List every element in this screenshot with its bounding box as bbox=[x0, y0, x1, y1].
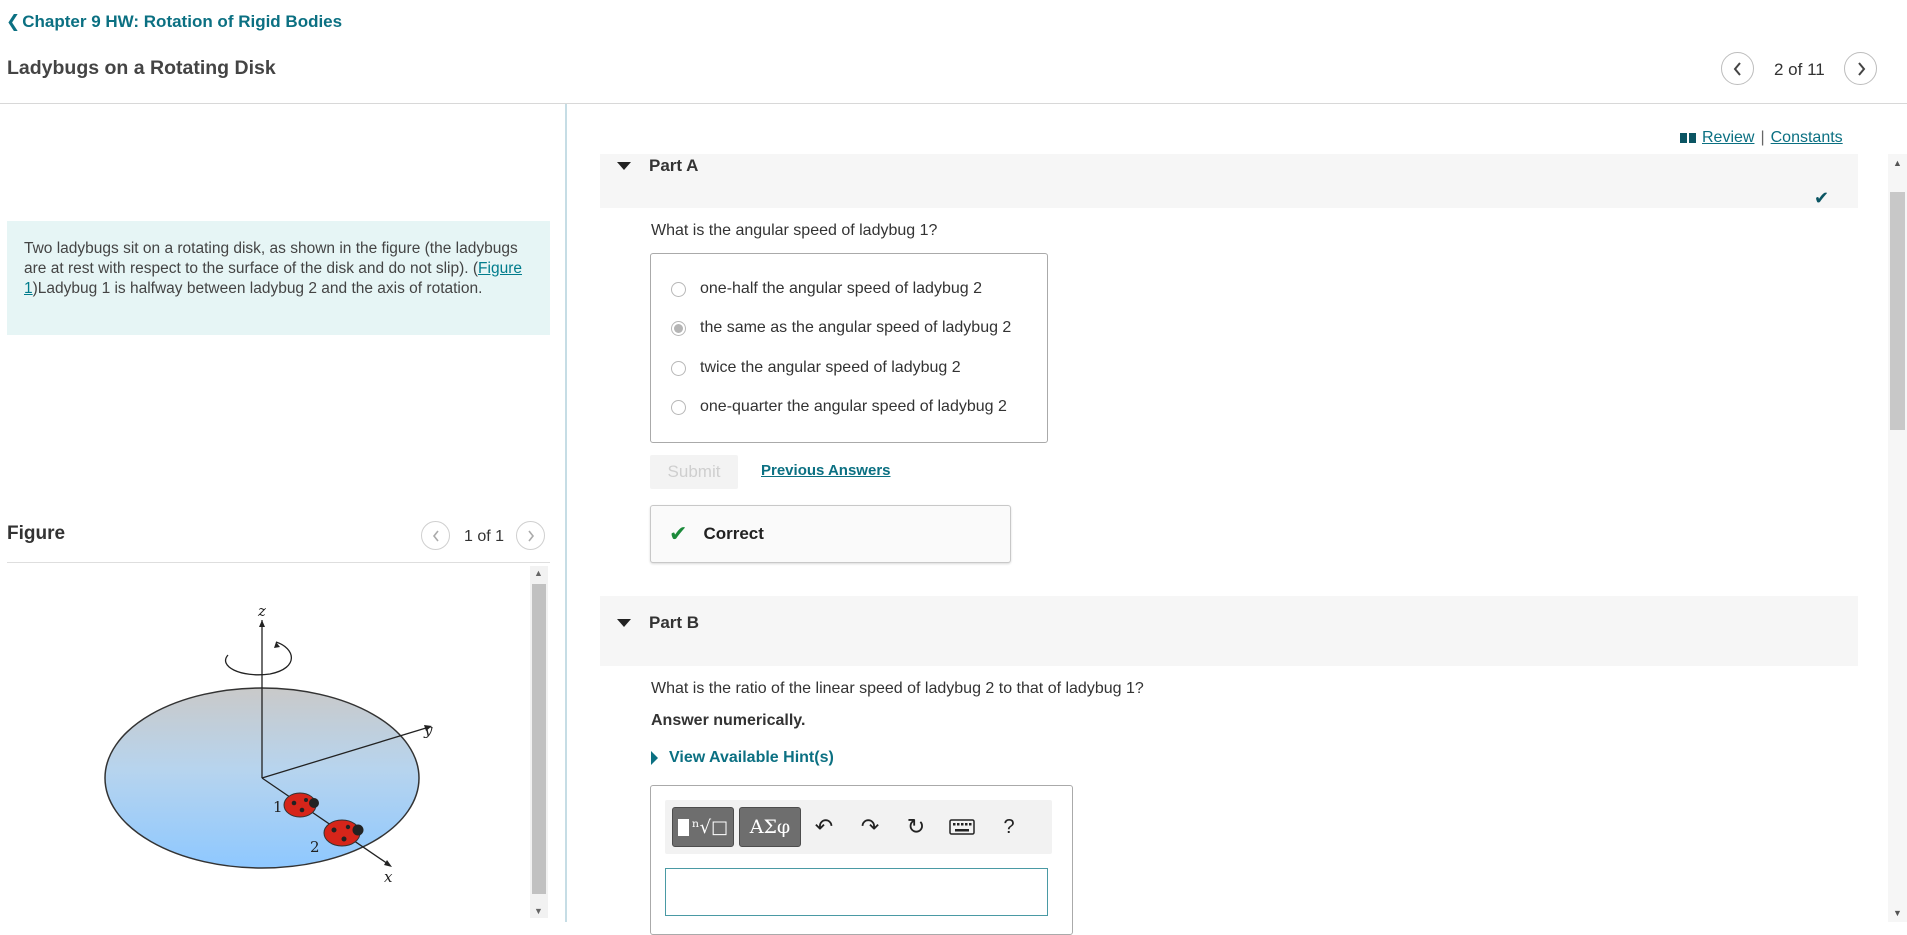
previous-item-button[interactable] bbox=[1721, 52, 1754, 85]
rotating-disk-figure: z y x 1 2 bbox=[104, 602, 433, 886]
redo-icon[interactable]: ↷ bbox=[856, 813, 884, 841]
part-a-header[interactable] bbox=[600, 154, 1858, 208]
choice-same[interactable]: the same as the angular speed of ladybug… bbox=[671, 319, 1011, 337]
greek-symbols-button[interactable]: ΑΣφ bbox=[739, 807, 801, 847]
collapse-triangle-icon bbox=[617, 162, 631, 170]
keyboard-icon[interactable] bbox=[948, 813, 976, 841]
templates-button[interactable]: ⁿ√□ bbox=[672, 807, 734, 847]
undo-icon[interactable]: ↶ bbox=[810, 813, 838, 841]
correct-check-icon: ✔ bbox=[669, 521, 688, 546]
part-b-header[interactable] bbox=[600, 596, 1858, 666]
page-title: Ladybugs on a Rotating Disk bbox=[7, 57, 276, 79]
figure-prev-button[interactable] bbox=[421, 521, 450, 550]
part-b-instruction: Answer numerically. bbox=[651, 712, 806, 729]
view-hints-toggle[interactable]: View Available Hint(s) bbox=[651, 749, 834, 767]
figure-divider bbox=[7, 562, 550, 563]
part-b-title: Part B bbox=[649, 613, 700, 632]
part-b-toggle[interactable]: Part B bbox=[617, 613, 699, 633]
scroll-down-arrow-icon[interactable]: ▼ bbox=[534, 906, 543, 916]
scroll-down-arrow-icon[interactable]: ▼ bbox=[1893, 908, 1902, 918]
hints-label: View Available Hint(s) bbox=[669, 749, 834, 766]
figure-heading: Figure bbox=[7, 523, 66, 544]
figure-scrollbar-thumb[interactable] bbox=[532, 584, 546, 894]
figure-next-button[interactable] bbox=[516, 521, 545, 550]
choice-twice[interactable]: twice the angular speed of ladybug 2 bbox=[671, 359, 961, 377]
previous-answers-link[interactable]: Previous Answers bbox=[761, 462, 891, 479]
scroll-up-arrow-icon[interactable]: ▲ bbox=[534, 568, 543, 578]
main-scrollbar-thumb[interactable] bbox=[1890, 192, 1905, 430]
radio-same[interactable] bbox=[671, 320, 686, 336]
book-icon bbox=[1680, 133, 1696, 143]
chevron-left-icon: ❮ bbox=[6, 12, 21, 31]
next-item-button[interactable] bbox=[1844, 52, 1877, 85]
item-counter: 2 of 11 bbox=[1774, 60, 1825, 79]
figure-scrollbar[interactable]: ▲ ▼ bbox=[530, 566, 548, 918]
result-feedback: ✔ Correct bbox=[650, 505, 1011, 563]
ladybug-1-label: 1 bbox=[273, 798, 283, 816]
part-a-question: What is the angular speed of ladybug 1? bbox=[651, 222, 938, 239]
problem-intro: Two ladybugs sit on a rotating disk, as … bbox=[7, 221, 550, 335]
choice-one-half[interactable]: one-half the angular speed of ladybug 2 bbox=[671, 280, 982, 298]
intro-text-before: Two ladybugs sit on a rotating disk, as … bbox=[24, 240, 518, 277]
collapse-triangle-icon bbox=[617, 619, 631, 627]
chevron-left-icon bbox=[1733, 61, 1741, 76]
chevron-right-icon bbox=[527, 530, 534, 541]
part-a-toggle[interactable]: Part A bbox=[617, 156, 698, 176]
part-a-choices: one-half the angular speed of ladybug 2 … bbox=[650, 253, 1048, 443]
math-toolbar: ⁿ√□ ΑΣφ ↶ ↷ ↻ ? bbox=[665, 800, 1052, 854]
ladybug-2-label: 2 bbox=[310, 838, 320, 856]
header-divider bbox=[0, 103, 1907, 104]
choice-label: twice the angular speed of ladybug 2 bbox=[700, 359, 961, 376]
review-constants-links: Review | Constants bbox=[1680, 129, 1843, 147]
main-scrollbar[interactable]: ▲ ▼ bbox=[1888, 154, 1907, 922]
part-b-question: What is the ratio of the linear speed of… bbox=[651, 680, 1144, 697]
choice-label: the same as the angular speed of ladybug… bbox=[700, 319, 1012, 336]
radio-twice[interactable] bbox=[671, 360, 686, 376]
link-separator: | bbox=[1760, 129, 1765, 146]
rotation-arrow bbox=[225, 641, 292, 676]
answer-input[interactable] bbox=[665, 868, 1048, 916]
expand-triangle-icon bbox=[651, 751, 658, 765]
reset-icon[interactable]: ↻ bbox=[902, 813, 930, 841]
answer-editor: ⁿ√□ ΑΣφ ↶ ↷ ↻ ? bbox=[650, 785, 1073, 935]
pane-divider bbox=[565, 104, 567, 922]
chevron-right-icon bbox=[1857, 61, 1865, 76]
z-axis-label: z bbox=[257, 602, 266, 620]
keyboard-glyph bbox=[949, 819, 975, 835]
y-axis-label: y bbox=[423, 721, 433, 739]
scroll-up-arrow-icon[interactable]: ▲ bbox=[1893, 158, 1902, 168]
part-a-title: Part A bbox=[649, 156, 699, 175]
result-label: Correct bbox=[703, 524, 764, 543]
radio-one-quarter[interactable] bbox=[671, 399, 686, 415]
x-axis-label: x bbox=[384, 868, 393, 886]
constants-link[interactable]: Constants bbox=[1771, 129, 1843, 147]
choice-one-quarter[interactable]: one-quarter the angular speed of ladybug… bbox=[671, 398, 1007, 416]
submit-button[interactable]: Submit bbox=[650, 455, 738, 489]
part-a-complete-check-icon: ✔ bbox=[1814, 188, 1830, 208]
choice-label: one-quarter the angular speed of ladybug… bbox=[700, 398, 1007, 415]
choice-label: one-half the angular speed of ladybug 2 bbox=[700, 280, 982, 297]
radio-one-half[interactable] bbox=[671, 281, 686, 297]
templates-glyph: ⁿ√□ bbox=[691, 816, 729, 838]
chevron-left-icon bbox=[432, 530, 439, 541]
intro-text-after: )Ladybug 1 is halfway between ladybug 2 … bbox=[32, 280, 483, 297]
back-to-assignment-link[interactable]: ❮ Chapter 9 HW: Rotation of Rigid Bodies bbox=[6, 12, 342, 32]
review-link[interactable]: Review bbox=[1702, 129, 1754, 147]
help-icon[interactable]: ? bbox=[995, 813, 1023, 841]
template-block-icon bbox=[677, 818, 689, 836]
figure-counter: 1 of 1 bbox=[464, 528, 505, 545]
back-link-label: Chapter 9 HW: Rotation of Rigid Bodies bbox=[22, 12, 343, 31]
